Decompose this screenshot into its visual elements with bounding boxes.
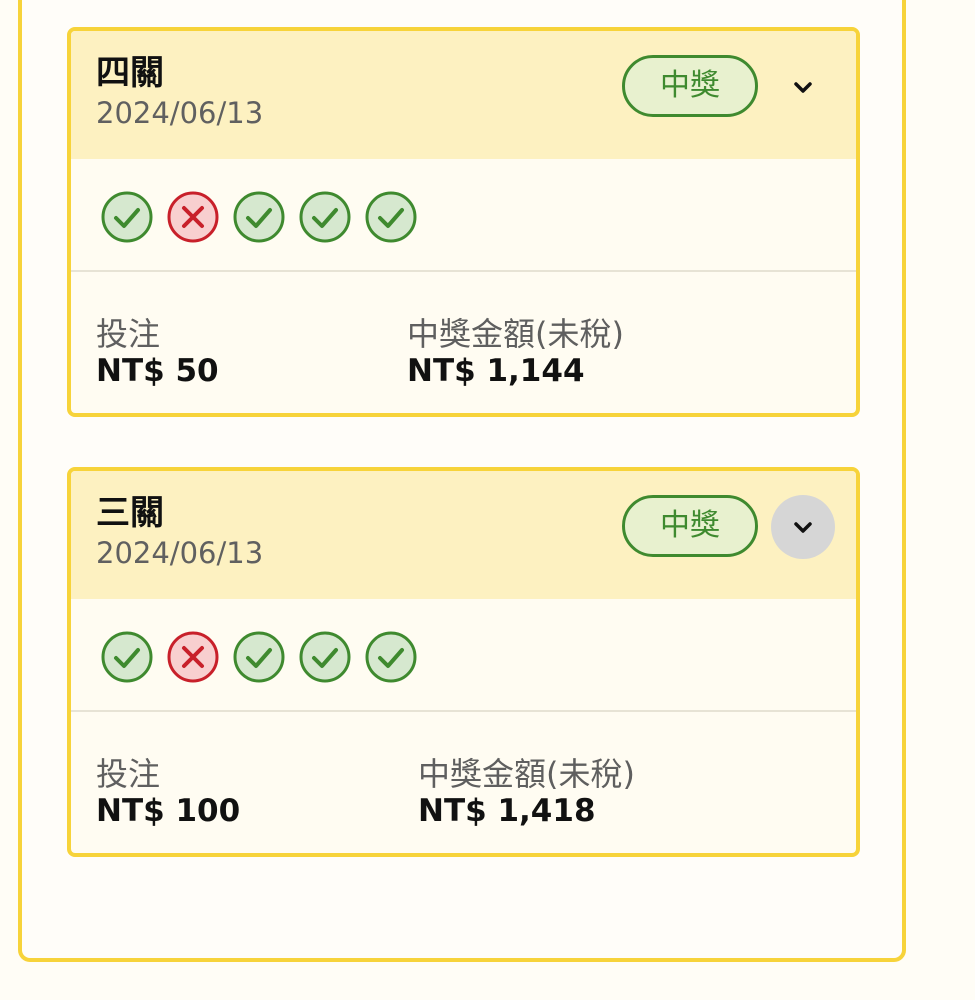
bet-type-title: 四關	[96, 53, 164, 93]
check-icon	[233, 631, 285, 683]
check-icon	[101, 631, 153, 683]
check-icon	[233, 191, 285, 243]
prize-label: 中獎金額(未稅)	[418, 755, 635, 793]
status-badge: 中獎	[622, 495, 758, 557]
card-header[interactable]: 四關 2024/06/13 中獎	[71, 31, 856, 159]
divider	[71, 270, 856, 272]
check-icon	[101, 191, 153, 243]
prize-label: 中獎金額(未稅)	[407, 315, 624, 353]
bet-card: 三關 2024/06/13 中獎 投注 NT$ 100 中獎金額(未稅) NT$…	[67, 467, 860, 857]
expand-button[interactable]	[771, 495, 835, 559]
chevron-down-icon	[794, 522, 812, 533]
check-icon	[299, 631, 351, 683]
check-icon	[299, 191, 351, 243]
check-icon	[365, 631, 417, 683]
leg-results	[101, 631, 417, 683]
cross-icon	[167, 191, 219, 243]
prize-value: NT$ 1,144	[407, 353, 585, 389]
stake-label: 投注	[96, 315, 161, 353]
bet-date: 2024/06/13	[96, 96, 264, 130]
bet-card: 四關 2024/06/13 中獎 投注 NT$ 50 中獎金額(未稅) NT$ …	[67, 27, 860, 417]
bet-type-title: 三關	[96, 493, 164, 533]
stake-value: NT$ 100	[96, 793, 241, 829]
divider	[71, 710, 856, 712]
bet-date: 2024/06/13	[96, 536, 264, 570]
status-badge: 中獎	[622, 55, 758, 117]
card-header[interactable]: 三關 2024/06/13 中獎	[71, 471, 856, 599]
check-icon	[365, 191, 417, 243]
cross-icon	[167, 631, 219, 683]
leg-results	[101, 191, 417, 243]
chevron-down-icon	[794, 82, 812, 93]
expand-button[interactable]	[771, 55, 835, 119]
stake-value: NT$ 50	[96, 353, 219, 389]
prize-value: NT$ 1,418	[418, 793, 596, 829]
stake-label: 投注	[96, 755, 161, 793]
